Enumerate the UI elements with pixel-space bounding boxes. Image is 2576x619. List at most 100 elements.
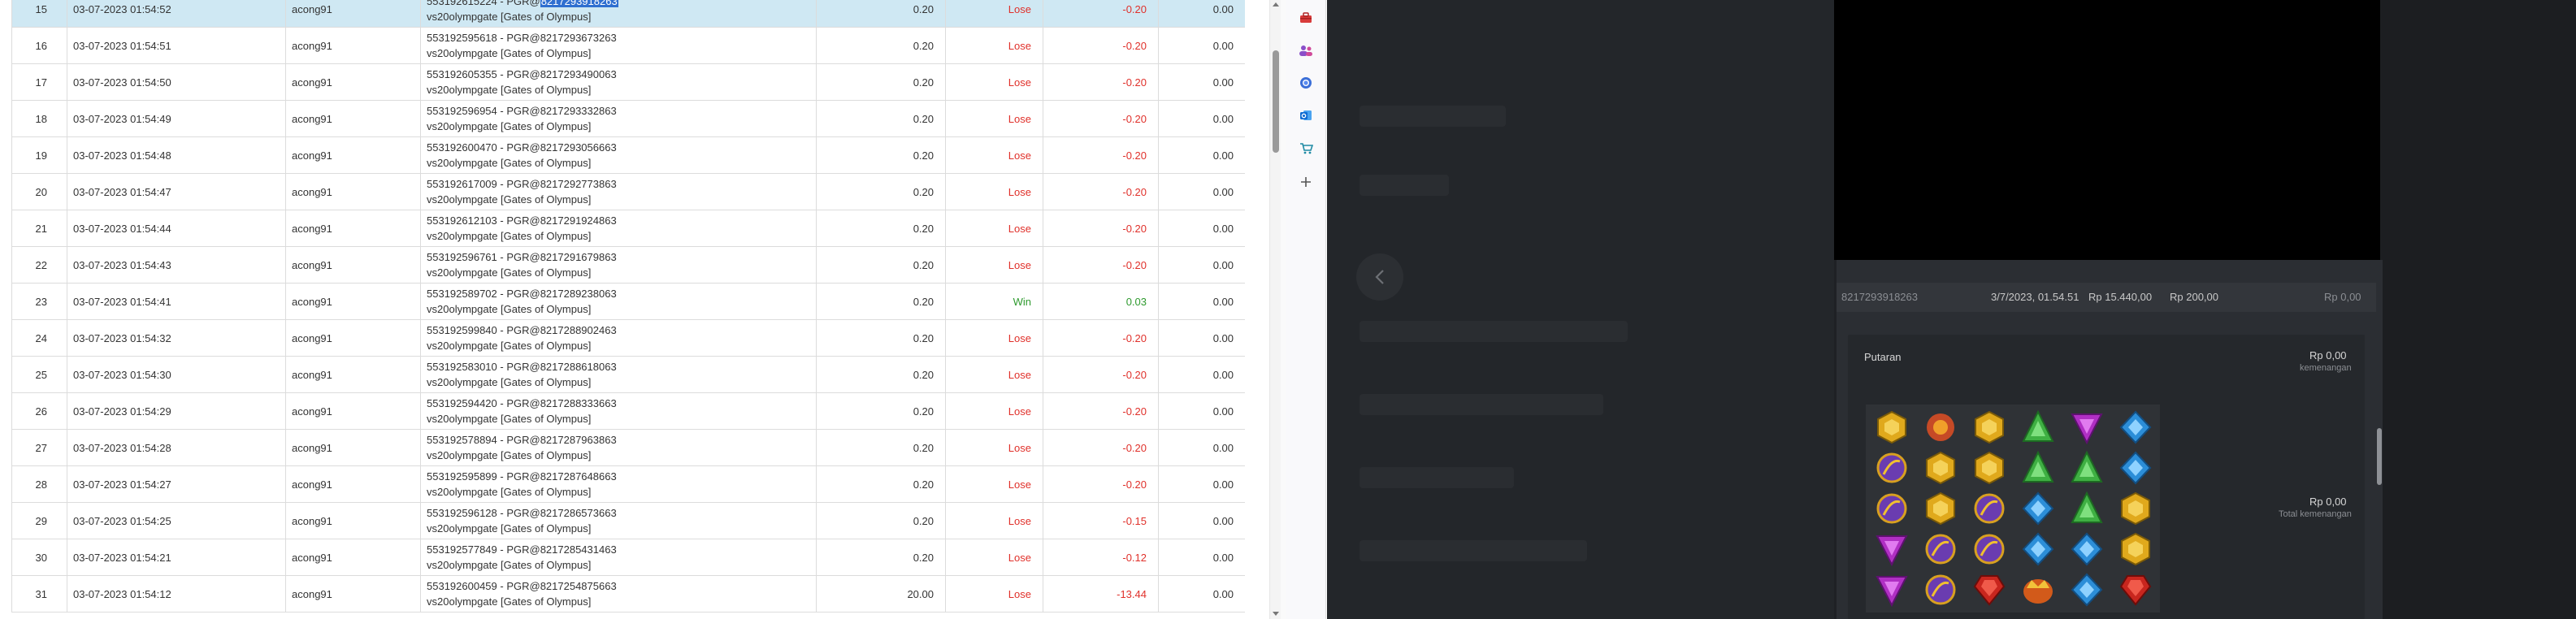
round-reference[interactable]: 8217293332863 xyxy=(540,105,617,117)
dimmed-row xyxy=(1360,321,1628,342)
outlook-icon[interactable] xyxy=(1298,107,1314,123)
chrome-icon[interactable] xyxy=(1298,75,1314,91)
round-reference[interactable]: 8217291924863 xyxy=(540,214,617,227)
round-balance: Rp 15.440,00 xyxy=(2088,291,2153,303)
table-row[interactable]: 31 03-07-2023 01:54:12 acong91 553192600459… xyxy=(11,575,1245,613)
round-reference[interactable]: 8217287648663 xyxy=(540,470,617,483)
round-reference[interactable]: 8217288618063 xyxy=(540,361,617,373)
blue-diamond-icon xyxy=(2015,489,2061,528)
row-datetime: 03-07-2023 01:54:30 xyxy=(67,356,286,393)
row-description[interactable]: 553192595899 - PGR@8217287648663 vs20olym… xyxy=(420,465,817,503)
round-reference[interactable]: 8217292773863 xyxy=(540,178,617,190)
round-reference[interactable]: 8217285431463 xyxy=(540,543,617,556)
table-row[interactable]: 28 03-07-2023 01:54:27 acong91 553192595899… xyxy=(11,465,1245,503)
game-name: vs20olympgate [Gates of Olympus] xyxy=(427,47,592,59)
scrollbar-thumb[interactable] xyxy=(1273,50,1279,153)
row-description[interactable]: 553192605355 - PGR@8217293490063 vs20olym… xyxy=(420,63,817,101)
row-description[interactable]: 553192578894 - PGR@8217287963863 vs20olym… xyxy=(420,429,817,466)
table-row[interactable]: 29 03-07-2023 01:54:25 acong91 553192596128… xyxy=(11,502,1245,539)
table-row[interactable]: 17 03-07-2023 01:54:50 acong91 553192605355… xyxy=(11,63,1245,101)
row-description[interactable]: 553192594420 - PGR@8217288333663 vs20olym… xyxy=(420,392,817,430)
table-row[interactable]: 30 03-07-2023 01:54:21 acong91 553192577849… xyxy=(11,539,1245,576)
table-row[interactable]: 24 03-07-2023 01:54:32 acong91 553192599840… xyxy=(11,319,1245,357)
table-row[interactable]: 27 03-07-2023 01:54:28 acong91 553192578894… xyxy=(11,429,1245,466)
row-result: Lose xyxy=(945,136,1043,174)
row-bet: 0.20 xyxy=(816,283,946,320)
row-commission: 0.00 xyxy=(1158,283,1245,320)
row-username: acong91 xyxy=(285,465,421,503)
table-row[interactable]: 23 03-07-2023 01:54:41 acong91 553192589702… xyxy=(11,283,1245,320)
purple-triangle-down-icon xyxy=(1869,570,1915,609)
detail-scrollbar[interactable] xyxy=(2376,260,2383,619)
table-row[interactable]: 20 03-07-2023 01:54:47 acong91 553192617009… xyxy=(11,173,1245,210)
round-reference[interactable]: 8217293918263 xyxy=(540,0,618,7)
row-username: acong91 xyxy=(285,246,421,284)
add-icon[interactable] xyxy=(1298,174,1314,190)
row-description[interactable]: 553192615224 - PGR@8217293918263 vs20olym… xyxy=(420,0,817,28)
row-datetime: 03-07-2023 01:54:44 xyxy=(67,210,286,247)
row-description[interactable]: 553192617009 - PGR@8217292773863 vs20olym… xyxy=(420,173,817,210)
row-result: Lose xyxy=(945,319,1043,357)
row-description[interactable]: 553192596761 - PGR@8217291679863 vs20olym… xyxy=(420,246,817,284)
back-button[interactable] xyxy=(1356,253,1403,301)
table-row[interactable]: 26 03-07-2023 01:54:29 acong91 553192594420… xyxy=(11,392,1245,430)
transaction-table: 15 03-07-2023 01:54:52 acong91 553192615224… xyxy=(11,0,1245,613)
purple-ring-icon xyxy=(1967,530,2012,569)
row-result: Lose xyxy=(945,63,1043,101)
shopping-cart-icon[interactable] xyxy=(1298,140,1314,156)
scroll-down-arrow-icon[interactable] xyxy=(1273,612,1279,616)
row-description[interactable]: 553192595618 - PGR@8217293673263 vs20olym… xyxy=(420,27,817,64)
row-number: 26 xyxy=(11,392,67,430)
table-scrollbar[interactable] xyxy=(1269,0,1281,619)
row-number: 22 xyxy=(11,246,67,284)
table-row[interactable]: 22 03-07-2023 01:54:43 acong91 553192596761… xyxy=(11,246,1245,284)
round-reference[interactable]: 8217293673263 xyxy=(540,32,617,44)
round-reference[interactable]: 8217288902463 xyxy=(540,324,617,336)
round-reference[interactable]: 8217293056663 xyxy=(540,141,617,154)
row-number: 29 xyxy=(11,502,67,539)
row-number: 27 xyxy=(11,429,67,466)
round-reference[interactable]: 8217291679863 xyxy=(540,251,617,263)
scroll-up-arrow-icon[interactable] xyxy=(1273,2,1279,6)
toolbox-icon[interactable] xyxy=(1298,10,1314,26)
row-bet: 0.20 xyxy=(816,356,946,393)
table-row[interactable]: 25 03-07-2023 01:54:30 acong91 553192583010… xyxy=(11,356,1245,393)
row-description[interactable]: 553192600470 - PGR@8217293056663 vs20olym… xyxy=(420,136,817,174)
row-description[interactable]: 553192599840 - PGR@8217288902463 vs20olym… xyxy=(420,319,817,357)
game-name: vs20olympgate [Gates of Olympus] xyxy=(427,486,592,498)
row-description[interactable]: 553192577849 - PGR@8217285431463 vs20olym… xyxy=(420,539,817,576)
scrollbar-thumb[interactable] xyxy=(2377,428,2382,485)
table-row[interactable]: 19 03-07-2023 01:54:48 acong91 553192600470… xyxy=(11,136,1245,174)
row-description[interactable]: 553192612103 - PGR@8217291924863 vs20olym… xyxy=(420,210,817,247)
round-reference[interactable]: 8217288333663 xyxy=(540,397,617,409)
round-summary-bar: 8217293918263 3/7/2023, 01.54.51 Rp 15.4… xyxy=(1837,283,2376,312)
round-reference[interactable]: 8217254875663 xyxy=(540,580,617,592)
row-number: 28 xyxy=(11,465,67,503)
game-name: vs20olympgate [Gates of Olympus] xyxy=(427,84,592,96)
table-row[interactable]: 16 03-07-2023 01:54:51 acong91 553192595618… xyxy=(11,27,1245,64)
row-datetime: 03-07-2023 01:54:41 xyxy=(67,283,286,320)
row-username: acong91 xyxy=(285,136,421,174)
row-number: 30 xyxy=(11,539,67,576)
table-row[interactable]: 21 03-07-2023 01:54:44 acong91 553192612103… xyxy=(11,210,1245,247)
row-description[interactable]: 553192596128 - PGR@8217286573663 vs20olym… xyxy=(420,502,817,539)
table-row[interactable]: 18 03-07-2023 01:54:49 acong91 553192596954… xyxy=(11,100,1245,137)
row-description[interactable]: 553192600459 - PGR@8217254875663 vs20olym… xyxy=(420,575,817,613)
row-description[interactable]: 553192596954 - PGR@8217293332863 vs20olym… xyxy=(420,100,817,137)
game-video-area xyxy=(1834,0,2380,260)
row-description[interactable]: 553192583010 - PGR@8217288618063 vs20olym… xyxy=(420,356,817,393)
round-bet: Rp 200,00 xyxy=(2170,291,2218,303)
row-datetime: 03-07-2023 01:54:49 xyxy=(67,100,286,137)
round-reference[interactable]: 8217286573663 xyxy=(540,507,617,519)
row-winlose: -0.15 xyxy=(1043,502,1159,539)
round-reference[interactable]: 8217287963863 xyxy=(540,434,617,446)
table-row[interactable]: 15 03-07-2023 01:54:52 acong91 553192615224… xyxy=(11,0,1245,28)
round-reference[interactable]: 8217289238063 xyxy=(540,288,617,300)
row-description[interactable]: 553192589702 - PGR@8217289238063 vs20olym… xyxy=(420,283,817,320)
row-bet: 0.20 xyxy=(816,502,946,539)
row-number: 23 xyxy=(11,283,67,320)
green-triangle-icon xyxy=(2015,448,2061,487)
round-reference[interactable]: 8217293490063 xyxy=(540,68,617,80)
people-icon[interactable] xyxy=(1298,42,1314,58)
purple-ring-icon xyxy=(1869,448,1915,487)
